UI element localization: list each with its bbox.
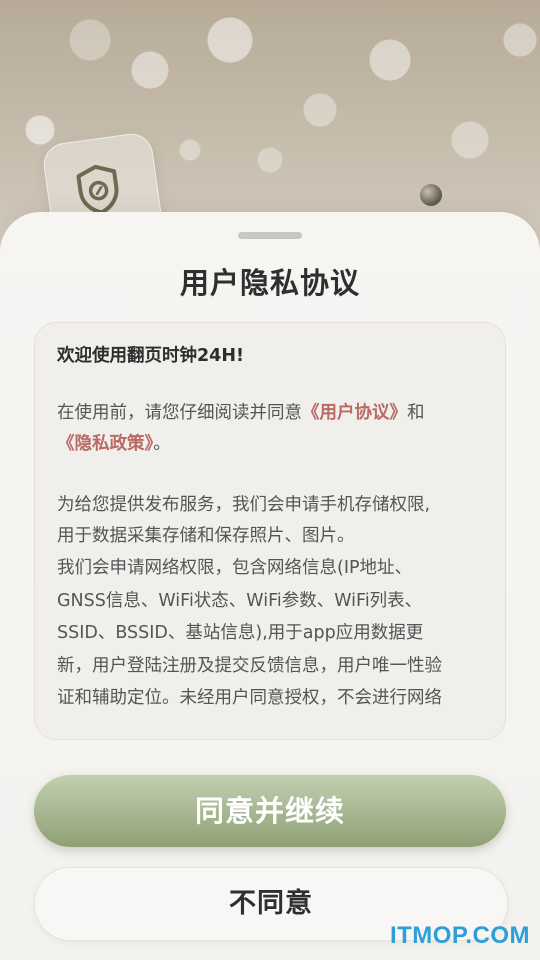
network-line: SSID、BSSID、基站信息),用于app应用数据更 — [57, 623, 424, 643]
user-agreement-link[interactable]: 《用户协议》 — [302, 403, 407, 423]
network-line: 证和辅助定位。未经用户同意授权，不会进行网络 — [57, 688, 442, 708]
agreement-content[interactable]: 欢迎使用翻页时钟24H! 在使用前，请您仔细阅读并同意《用户协议》和《隐私政策》… — [34, 322, 506, 740]
shield-icon — [76, 164, 119, 215]
drag-handle[interactable] — [238, 232, 302, 239]
intro-prefix: 在使用前，请您仔细阅读并同意 — [57, 403, 302, 423]
network-line: GNSS信息、WiFi状态、WiFi参数、WiFi列表、 — [57, 590, 423, 611]
storage-line: 为给您提供发布服务，我们会申请手机存储权限, — [57, 495, 431, 515]
network-line: 我们会申请网络权限，包含网络信息(IP地址、 — [57, 558, 413, 578]
privacy-policy-link[interactable]: 《隐私政策》 — [57, 434, 153, 454]
watermark: ITMOP.COM — [389, 922, 530, 949]
dialog-title: 用户隐私协议 — [179, 266, 360, 300]
decorative-orb — [420, 184, 442, 206]
welcome-text: 欢迎使用翻页时钟24H! — [57, 346, 244, 366]
storage-line: 用于数据采集存储和保存照片、图片。 — [57, 526, 355, 546]
intro-paragraph: 在使用前，请您仔细阅读并同意《用户协议》和《隐私政策》。 — [57, 398, 485, 460]
storage-paragraph: 为给您提供发布服务，我们会申请手机存储权限, 用于数据采集存储和保存照片、图片。 — [57, 490, 485, 552]
agree-button[interactable]: 同意并继续 — [34, 775, 506, 847]
network-line: 新，用户登陆注册及提交反馈信息，用户唯一性验 — [57, 655, 442, 676]
network-paragraph: 我们会申请网络权限，包含网络信息(IP地址、 GNSS信息、WiFi状态、WiF… — [57, 552, 485, 715]
privacy-dialog: 用户隐私协议 欢迎使用翻页时钟24H! 在使用前，请您仔细阅读并同意《用户协议》… — [0, 212, 540, 960]
intro-suffix: 。 — [153, 434, 171, 454]
intro-and: 和 — [407, 403, 425, 423]
